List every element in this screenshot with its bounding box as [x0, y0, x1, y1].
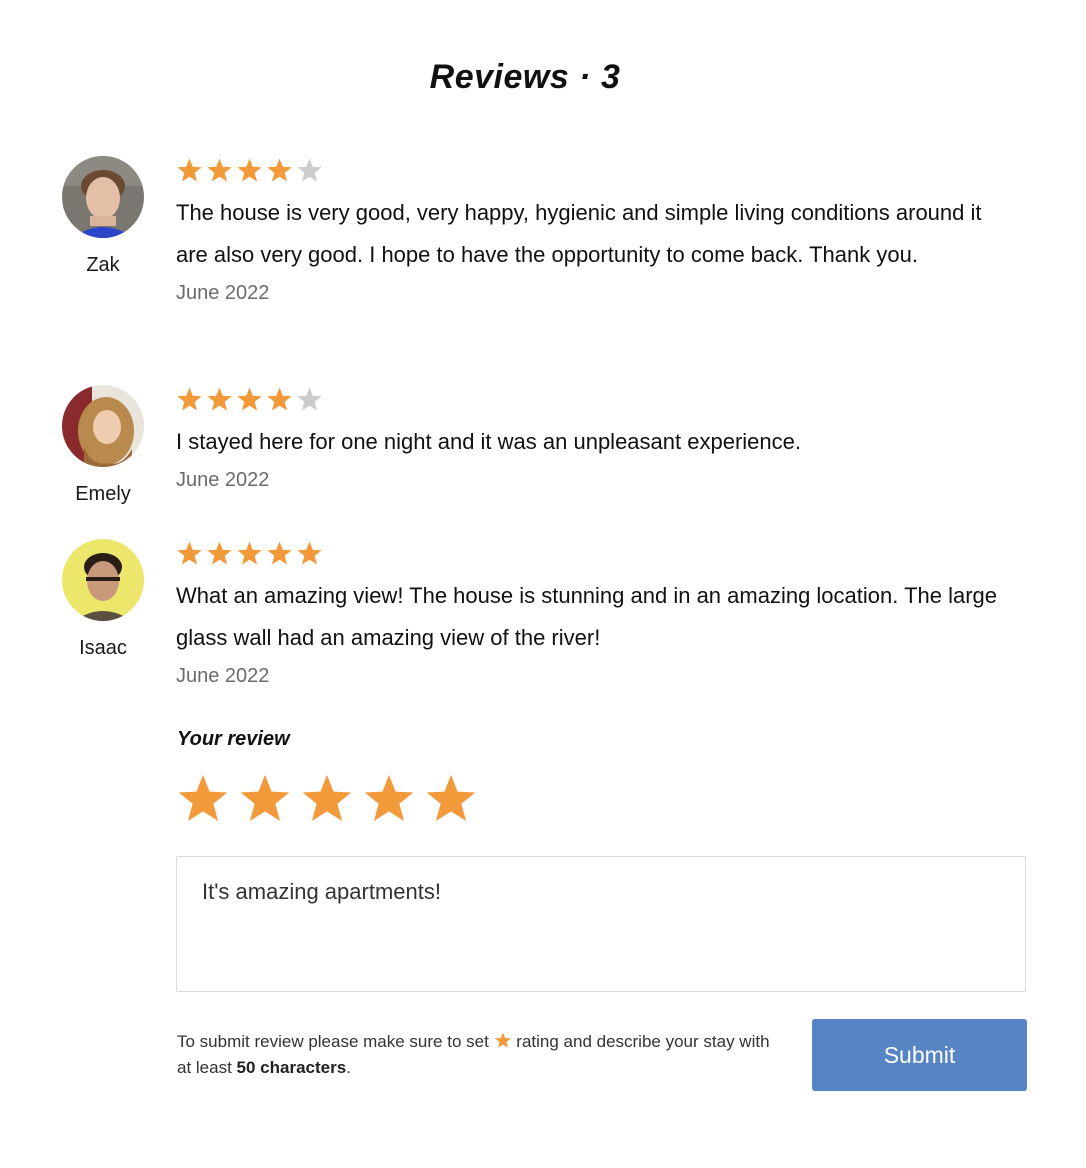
- rating-input: [176, 772, 478, 826]
- review-text: I stayed here for one night and it was a…: [176, 429, 801, 454]
- rating-star-3[interactable]: [300, 772, 354, 826]
- avatar: [62, 539, 144, 621]
- reviewer-info: Zak: [62, 156, 144, 277]
- star-filled-icon: [176, 386, 203, 413]
- star-filled-icon: [176, 540, 203, 567]
- review-content: The house is very good, very happy, hygi…: [176, 156, 1006, 305]
- star-empty-icon: [296, 386, 323, 413]
- star-filled-icon: [236, 386, 263, 413]
- hint-text-end: .: [346, 1058, 351, 1077]
- star-rating: [176, 156, 1006, 184]
- submit-hint: To submit review please make sure to set…: [177, 1030, 777, 1080]
- star-filled-icon: [206, 540, 233, 567]
- star-filled-icon: [266, 386, 293, 413]
- review-text: What an amazing view! The house is stunn…: [176, 583, 998, 650]
- reviewer-name: Isaac: [79, 637, 127, 659]
- star-filled-icon: [206, 157, 233, 184]
- star-filled-icon: [236, 540, 263, 567]
- review-date: June 2022: [176, 469, 270, 491]
- review-content: What an amazing view! The house is stunn…: [176, 539, 1006, 688]
- star-filled-icon: [176, 157, 203, 184]
- review-textarea[interactable]: It's amazing apartments!: [176, 856, 1026, 992]
- review-content: I stayed here for one night and it was a…: [176, 385, 1006, 492]
- rating-star-4[interactable]: [362, 772, 416, 826]
- page-title: Reviews · 3: [429, 58, 621, 96]
- review-date: June 2022: [176, 665, 270, 687]
- hint-min-characters: 50 characters: [236, 1058, 347, 1077]
- star-filled-icon: [266, 157, 293, 184]
- star-filled-icon: [266, 540, 293, 567]
- review-date: June 2022: [176, 282, 270, 304]
- reviewer-name: Emely: [75, 483, 131, 505]
- rating-star-5[interactable]: [424, 772, 478, 826]
- rating-star-2[interactable]: [238, 772, 292, 826]
- star-rating: [176, 539, 1006, 567]
- star-empty-icon: [296, 157, 323, 184]
- star-rating: [176, 385, 1006, 413]
- avatar: [62, 156, 144, 238]
- reviewer-info: Isaac: [62, 539, 144, 660]
- star-icon: [494, 1032, 512, 1056]
- star-filled-icon: [236, 157, 263, 184]
- submit-button[interactable]: Submit: [812, 1019, 1027, 1091]
- star-filled-icon: [296, 540, 323, 567]
- your-review-label: Your review: [177, 728, 290, 750]
- star-filled-icon: [206, 386, 233, 413]
- reviewer-name: Zak: [86, 254, 120, 276]
- hint-text-start: To submit review please make sure to set: [177, 1032, 489, 1051]
- rating-star-1[interactable]: [176, 772, 230, 826]
- avatar: [62, 385, 144, 467]
- reviewer-info: Emely: [62, 385, 144, 506]
- review-text: The house is very good, very happy, hygi…: [176, 200, 982, 267]
